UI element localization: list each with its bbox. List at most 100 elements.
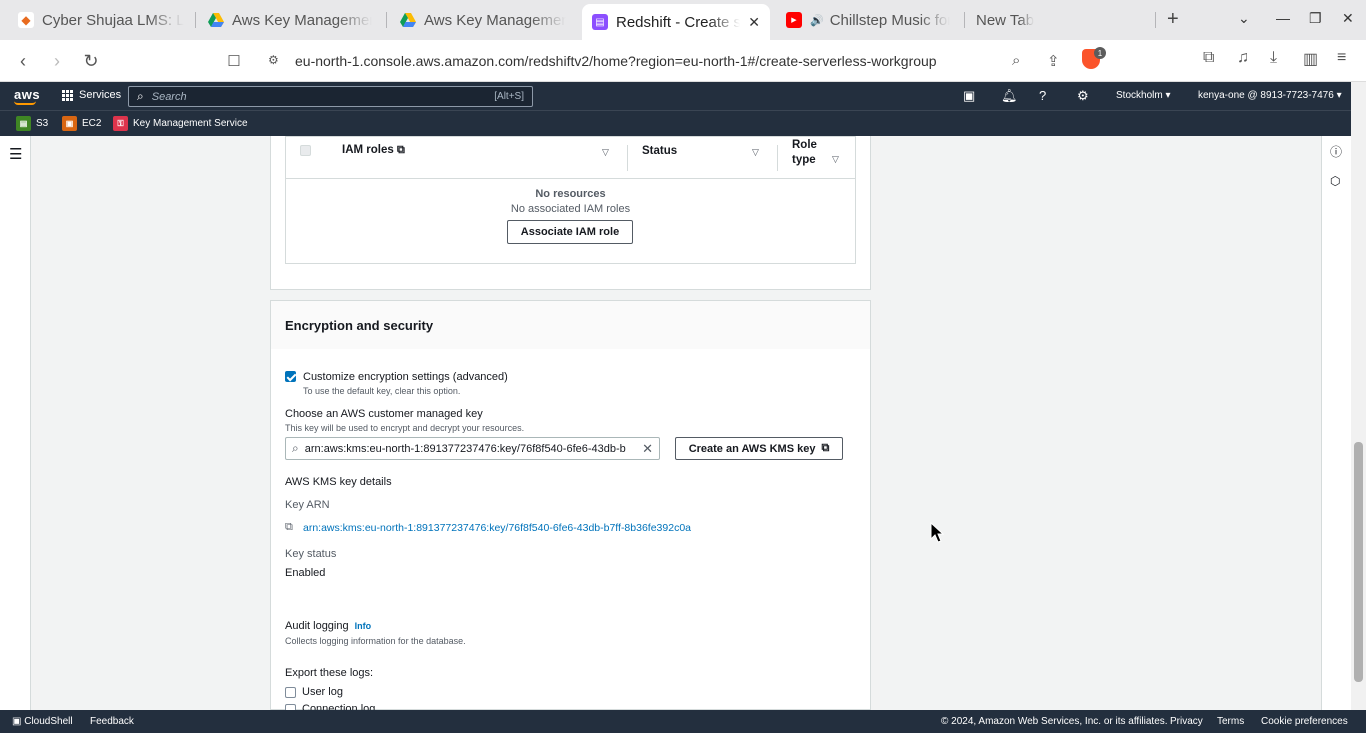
page-scrollbar[interactable] — [1351, 82, 1366, 710]
help-icon[interactable]: ? — [1039, 88, 1046, 103]
forward-icon[interactable]: › — [46, 50, 68, 72]
menu-icon[interactable]: ≡ — [1337, 49, 1346, 67]
audio-playing-icon[interactable]: 🔊 — [810, 14, 824, 27]
bookmark-icon[interactable]: ☐ — [223, 50, 245, 72]
customize-encryption-checkbox[interactable] — [285, 371, 296, 382]
back-icon[interactable]: ‹ — [12, 50, 34, 72]
sort-icon[interactable]: ▽ — [832, 154, 839, 165]
customize-encryption-desc: To use the default key, clear this optio… — [303, 386, 461, 396]
encryption-section-title: Encryption and security — [285, 318, 434, 333]
browser-tab-5[interactable]: ▶ 🔊 Chillstep Music for — [776, 6, 960, 34]
cloudshell-label: CloudShell — [24, 716, 73, 727]
tab-list-chevron-icon[interactable]: ⌄ — [1238, 10, 1250, 27]
choose-key-label: Choose an AWS customer managed key — [285, 408, 483, 420]
user-log-label[interactable]: User log — [302, 686, 343, 698]
aws-footer: ▣ CloudShell Feedback © 2024, Amazon Web… — [0, 710, 1366, 733]
browser-tab-3[interactable]: Aws Key Management — [390, 6, 576, 34]
s3-icon: ▤ — [16, 116, 31, 131]
customize-encryption-label[interactable]: Customize encryption settings (advanced) — [303, 371, 508, 383]
close-window-icon[interactable]: ✕ — [1342, 10, 1354, 27]
mouse-cursor-icon — [930, 522, 944, 543]
create-kms-key-label: Create an AWS KMS key — [688, 442, 816, 455]
search-icon: ⌕ — [137, 89, 144, 103]
cloudshell-icon[interactable]: ▣ — [963, 88, 975, 104]
cloudshell-button[interactable]: ▣ CloudShell — [12, 716, 73, 727]
encryption-section-header: Encryption and security — [270, 300, 871, 350]
reload-icon[interactable]: ↻ — [80, 50, 102, 72]
column-separator — [627, 145, 628, 171]
share-icon[interactable]: ⇪ — [1047, 52, 1060, 70]
column-header-iam-roles[interactable]: IAM roles ⧉ — [342, 144, 405, 157]
help-panel-icon[interactable]: ⬡ — [1330, 174, 1340, 188]
sidebar-toggle-icon[interactable]: ▥ — [1303, 49, 1318, 69]
copyright-text: © 2024, Amazon Web Services, Inc. or its… — [941, 716, 1168, 727]
column-header-status[interactable]: Status — [642, 145, 677, 157]
site-settings-icon[interactable]: ⚙ — [268, 53, 279, 67]
browser-tab-2[interactable]: Aws Key Management — [198, 6, 382, 34]
column-header-role-type[interactable]: Role type — [792, 138, 826, 168]
feedback-link[interactable]: Feedback — [90, 716, 134, 727]
aws-logo[interactable]: aws — [14, 87, 40, 102]
audit-logging-title: Audit logging Info — [285, 620, 371, 632]
key-arn-label: Key ARN — [285, 499, 330, 511]
scrollbar-thumb[interactable] — [1354, 442, 1363, 682]
cookie-preferences-link[interactable]: Cookie preferences — [1261, 716, 1348, 727]
sort-icon[interactable]: ▽ — [602, 147, 609, 158]
sort-icon[interactable]: ▽ — [752, 147, 759, 158]
create-kms-key-button[interactable]: Create an AWS KMS key ⧉ — [675, 437, 843, 460]
aws-smile-icon — [14, 101, 36, 105]
favorite-label: Key Management Service — [133, 118, 248, 129]
external-link-icon: ⧉ — [821, 442, 830, 454]
aws-search-input[interactable]: ⌕ Search [Alt+S] — [128, 86, 533, 107]
associate-iam-role-button[interactable]: Associate IAM role — [507, 220, 633, 244]
browser-tab-strip: ◆ Cyber Shujaa LMS: Lo Aws Key Managemen… — [0, 0, 1366, 40]
terms-link[interactable]: Terms — [1217, 716, 1244, 727]
download-icon[interactable]: ⤓ — [1270, 49, 1277, 67]
notifications-icon[interactable]: 🔔︎ — [1001, 88, 1018, 104]
new-tab-button[interactable]: + — [1167, 8, 1179, 31]
choose-key-desc: This key will be used to encrypt and dec… — [285, 423, 525, 433]
info-link[interactable]: Info — [355, 621, 372, 631]
tab-separator — [195, 12, 196, 28]
hamburger-menu-icon[interactable]: ☰ — [9, 145, 22, 163]
tab-separator — [964, 12, 965, 28]
favorite-label: EC2 — [82, 118, 102, 129]
aws-favorites-bar: ▤ S3 ▣ EC2 ⚿ Key Management Service — [0, 110, 1366, 136]
favorite-kms[interactable]: ⚿ Key Management Service — [113, 116, 248, 131]
iam-roles-table: IAM roles ⧉ ▽ Status ▽ Role type ▽ No re… — [285, 136, 856, 264]
export-logs-label: Export these logs: — [285, 667, 374, 679]
extensions-icon[interactable]: ⧉ — [1203, 49, 1214, 67]
media-icon[interactable]: ♫ — [1237, 49, 1249, 67]
browser-toolbar: ‹ › ↻ ☐ ⚙ eu-north-1.console.aws.amazon.… — [0, 40, 1366, 82]
user-log-checkbox[interactable] — [285, 687, 296, 698]
tab-title: Redshift - Create s — [616, 13, 741, 31]
browser-tab-1[interactable]: ◆ Cyber Shujaa LMS: Lo — [8, 6, 194, 34]
tab-title: Aws Key Management — [424, 11, 566, 29]
close-tab-icon[interactable]: ✕ — [748, 14, 760, 31]
clear-input-icon[interactable]: ✕ — [642, 441, 653, 457]
account-menu[interactable]: kenya-one @ 8913-7723-7476 ▾ — [1198, 90, 1342, 101]
services-menu-button[interactable]: Services — [62, 89, 121, 101]
address-bar[interactable]: ⚙ eu-north-1.console.aws.amazon.com/reds… — [256, 46, 1112, 76]
browser-tab-active[interactable]: ▤ Redshift - Create s ✕ — [582, 4, 770, 40]
copy-icon[interactable]: ⧉ — [285, 521, 293, 534]
key-arn-link[interactable]: arn:aws:kms:eu-north-1:891377237476:key/… — [303, 522, 691, 534]
minimize-window-icon[interactable]: — — [1276, 10, 1290, 26]
account-name: kenya-one @ 8913-7723-7476 — [1198, 90, 1334, 101]
audit-logging-desc: Collects logging information for the dat… — [285, 636, 466, 646]
browser-tab-6[interactable]: New Tab — [966, 6, 1146, 34]
kms-key-input[interactable]: ⌕ arn:aws:kms:eu-north-1:891377237476:ke… — [285, 437, 660, 460]
info-panel-icon[interactable]: ⓘ — [1330, 143, 1342, 160]
favorite-ec2[interactable]: ▣ EC2 — [62, 116, 101, 131]
settings-icon[interactable]: ⚙ — [1077, 88, 1089, 104]
tab-separator — [386, 12, 387, 28]
zoom-icon[interactable]: ⌕ — [1012, 52, 1020, 69]
favorite-s3[interactable]: ▤ S3 — [16, 116, 48, 131]
restore-window-icon[interactable]: ❐ — [1309, 10, 1322, 27]
privacy-link[interactable]: Privacy — [1170, 716, 1203, 727]
favorite-label: S3 — [36, 118, 49, 129]
ec2-icon: ▣ — [62, 116, 77, 131]
select-all-checkbox[interactable] — [300, 145, 311, 156]
search-placeholder: Search — [151, 90, 187, 103]
region-selector[interactable]: Stockholm ▾ — [1116, 90, 1171, 101]
